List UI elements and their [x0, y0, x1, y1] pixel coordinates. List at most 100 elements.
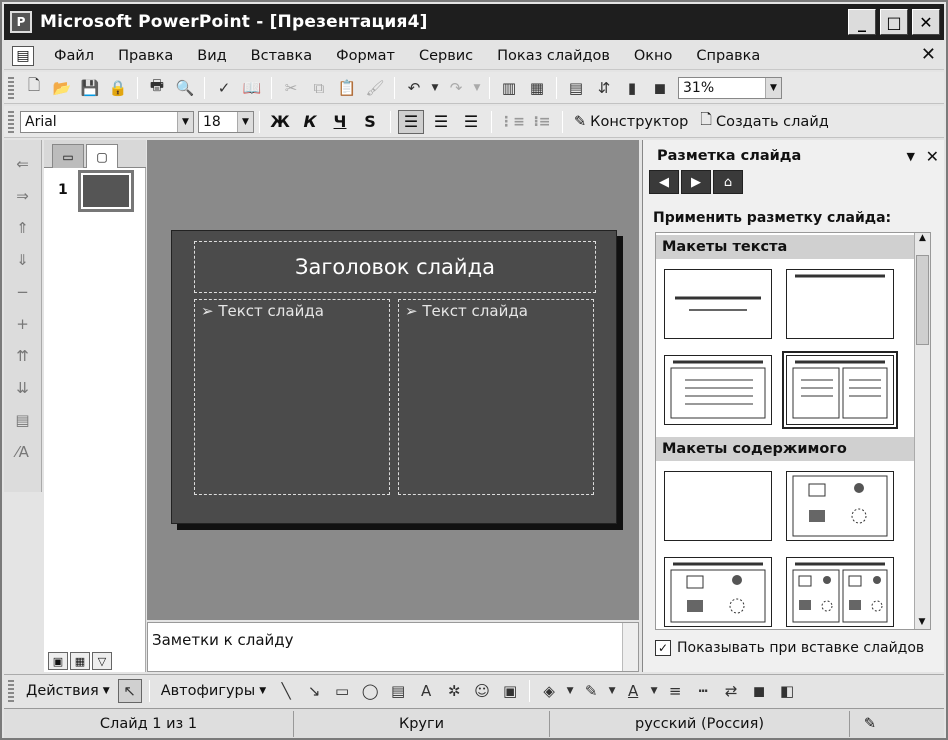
tab-outline[interactable]: ▭	[52, 144, 84, 168]
line-style-icon[interactable]: ≡	[663, 679, 687, 703]
summary-slide-icon[interactable]: ▤	[9, 407, 37, 433]
collapse-icon[interactable]: −	[9, 279, 37, 305]
slide-thumbnail[interactable]	[78, 170, 134, 212]
menu-file[interactable]: Файл	[42, 48, 106, 64]
menu-view[interactable]: Вид	[185, 48, 238, 64]
layout-title-content[interactable]	[664, 557, 772, 627]
spelling-icon[interactable]: ✓	[212, 76, 236, 100]
align-left-icon[interactable]: ☰	[398, 109, 424, 134]
italic-button[interactable]: К	[297, 110, 323, 134]
layout-title-two-columns[interactable]	[782, 351, 898, 429]
chevron-down-icon[interactable]: ▼	[765, 77, 781, 98]
undo-icon[interactable]: ↶	[402, 76, 426, 100]
oval-icon[interactable]: ◯	[358, 679, 382, 703]
tab-slides[interactable]: ▢	[86, 144, 118, 168]
shadow-style-icon[interactable]: ◼	[747, 679, 771, 703]
cut-icon[interactable]: ✂	[279, 76, 303, 100]
layout-title-top[interactable]	[786, 269, 894, 339]
permission-icon[interactable]: 🔒	[106, 76, 130, 100]
clipart-icon[interactable]: ☺	[470, 679, 494, 703]
show-formatting-icon[interactable]: ⁄A	[9, 439, 37, 465]
title-placeholder[interactable]: Заголовок слайда	[194, 241, 596, 293]
close-icon[interactable]: ✕	[926, 147, 939, 166]
scroll-thumb[interactable]	[916, 255, 929, 345]
slide[interactable]: Заголовок слайда ➢ Текст слайда ➢ Текст …	[171, 230, 617, 524]
checkbox-icon[interactable]: ✓	[655, 640, 671, 656]
menu-help[interactable]: Справка	[684, 48, 772, 64]
arrow-style-icon[interactable]: ⇄	[719, 679, 743, 703]
menu-tools[interactable]: Сервис	[407, 48, 485, 64]
demote-icon[interactable]: ⇒	[9, 183, 37, 209]
wordart-icon[interactable]: A	[414, 679, 438, 703]
chevron-down-icon[interactable]: ▼	[237, 111, 253, 132]
forward-icon[interactable]: ▶	[681, 170, 711, 194]
layout-blank[interactable]	[664, 471, 772, 541]
shadow-button[interactable]: S	[357, 110, 383, 134]
toolbar-grip[interactable]	[8, 76, 14, 99]
toolbar-grip[interactable]	[8, 110, 14, 133]
layout-scrollbar[interactable]: ▲ ▼	[914, 233, 930, 629]
normal-view-icon[interactable]: ▣	[48, 652, 68, 670]
scroll-down-icon[interactable]: ▼	[915, 617, 929, 627]
research-icon[interactable]: 📖	[240, 76, 264, 100]
autoshapes-menu[interactable]: Автофигуры ▼	[155, 683, 272, 699]
new-slide-button[interactable]: 🗋 Создать слайд	[694, 109, 834, 134]
align-center-icon[interactable]: ☰	[428, 110, 454, 134]
maximize-button[interactable]: □	[880, 9, 908, 35]
zoom-select[interactable]: 31% ▼	[678, 76, 782, 99]
picture-icon[interactable]: ▣	[498, 679, 522, 703]
select-objects-icon[interactable]: ↖	[117, 678, 142, 703]
promote-icon[interactable]: ⇐	[9, 151, 37, 177]
layout-title-only[interactable]	[664, 269, 772, 339]
notes-pane[interactable]: Заметки к слайду	[147, 622, 639, 672]
show-on-insert-option[interactable]: ✓ Показывать при вставке слайдов	[655, 640, 924, 656]
menu-window[interactable]: Окно	[622, 48, 685, 64]
show-formatting-icon[interactable]: ▮	[620, 76, 644, 100]
text-box-icon[interactable]: ▤	[386, 679, 410, 703]
layout-content[interactable]	[786, 471, 894, 541]
chevron-down-icon[interactable]: ▼	[907, 150, 915, 163]
left-text-placeholder[interactable]: ➢ Текст слайда	[194, 299, 390, 495]
paste-icon[interactable]: 📋	[335, 76, 359, 100]
3d-style-icon[interactable]: ◧	[775, 679, 799, 703]
format-painter-icon[interactable]: 🖌	[363, 76, 387, 100]
line-color-icon[interactable]: ✎	[579, 679, 603, 703]
copy-icon[interactable]: ⧉	[307, 76, 331, 100]
expand-all-icon[interactable]: ⇊	[9, 375, 37, 401]
undo-dropdown-icon[interactable]: ▼	[430, 76, 440, 100]
expand-all-icon[interactable]: ⇵	[592, 76, 616, 100]
underline-button[interactable]: Ч	[327, 110, 353, 134]
arrow-icon[interactable]: ↘	[302, 679, 326, 703]
redo-dropdown-icon[interactable]: ▼	[472, 76, 482, 100]
actions-menu[interactable]: Действия ▼	[20, 683, 116, 699]
move-up-icon[interactable]: ⇑	[9, 215, 37, 241]
bold-button[interactable]: Ж	[267, 110, 293, 134]
menu-format[interactable]: Формат	[324, 48, 407, 64]
toolbar-grip[interactable]	[8, 679, 14, 702]
expand-icon[interactable]: +	[9, 311, 37, 337]
font-size-select[interactable]: 18 ▼	[198, 110, 254, 133]
print-icon[interactable]: 🖶	[145, 76, 169, 100]
layout-title-text[interactable]	[664, 355, 772, 425]
chevron-down-icon[interactable]: ▼	[565, 679, 575, 703]
document-icon[interactable]: ▤	[12, 45, 34, 66]
dash-style-icon[interactable]: ┅	[691, 679, 715, 703]
bullets-icon[interactable]: ⁝≡	[529, 110, 555, 134]
insert-table-icon[interactable]: ▦	[525, 76, 549, 100]
chevron-down-icon[interactable]: ▼	[649, 679, 659, 703]
powerpoint-icon[interactable]: P	[10, 11, 32, 33]
slideshow-icon[interactable]: ▽	[92, 652, 112, 670]
collapse-all-icon[interactable]: ⇈	[9, 343, 37, 369]
chevron-down-icon[interactable]: ▼	[607, 679, 617, 703]
font-color-icon[interactable]: A	[621, 679, 645, 703]
scroll-up-icon[interactable]: ▲	[915, 233, 930, 251]
notes-scrollbar[interactable]	[622, 623, 638, 671]
menu-slideshow[interactable]: Показ слайдов	[485, 48, 622, 64]
slide-sorter-icon[interactable]: ▦	[70, 652, 90, 670]
print-preview-icon[interactable]: 🔍	[173, 76, 197, 100]
chevron-down-icon[interactable]: ▼	[177, 111, 193, 132]
document-close-icon[interactable]: ✕	[921, 44, 936, 65]
menu-edit[interactable]: Правка	[106, 48, 185, 64]
menu-insert[interactable]: Вставка	[239, 48, 324, 64]
redo-icon[interactable]: ↷	[444, 76, 468, 100]
